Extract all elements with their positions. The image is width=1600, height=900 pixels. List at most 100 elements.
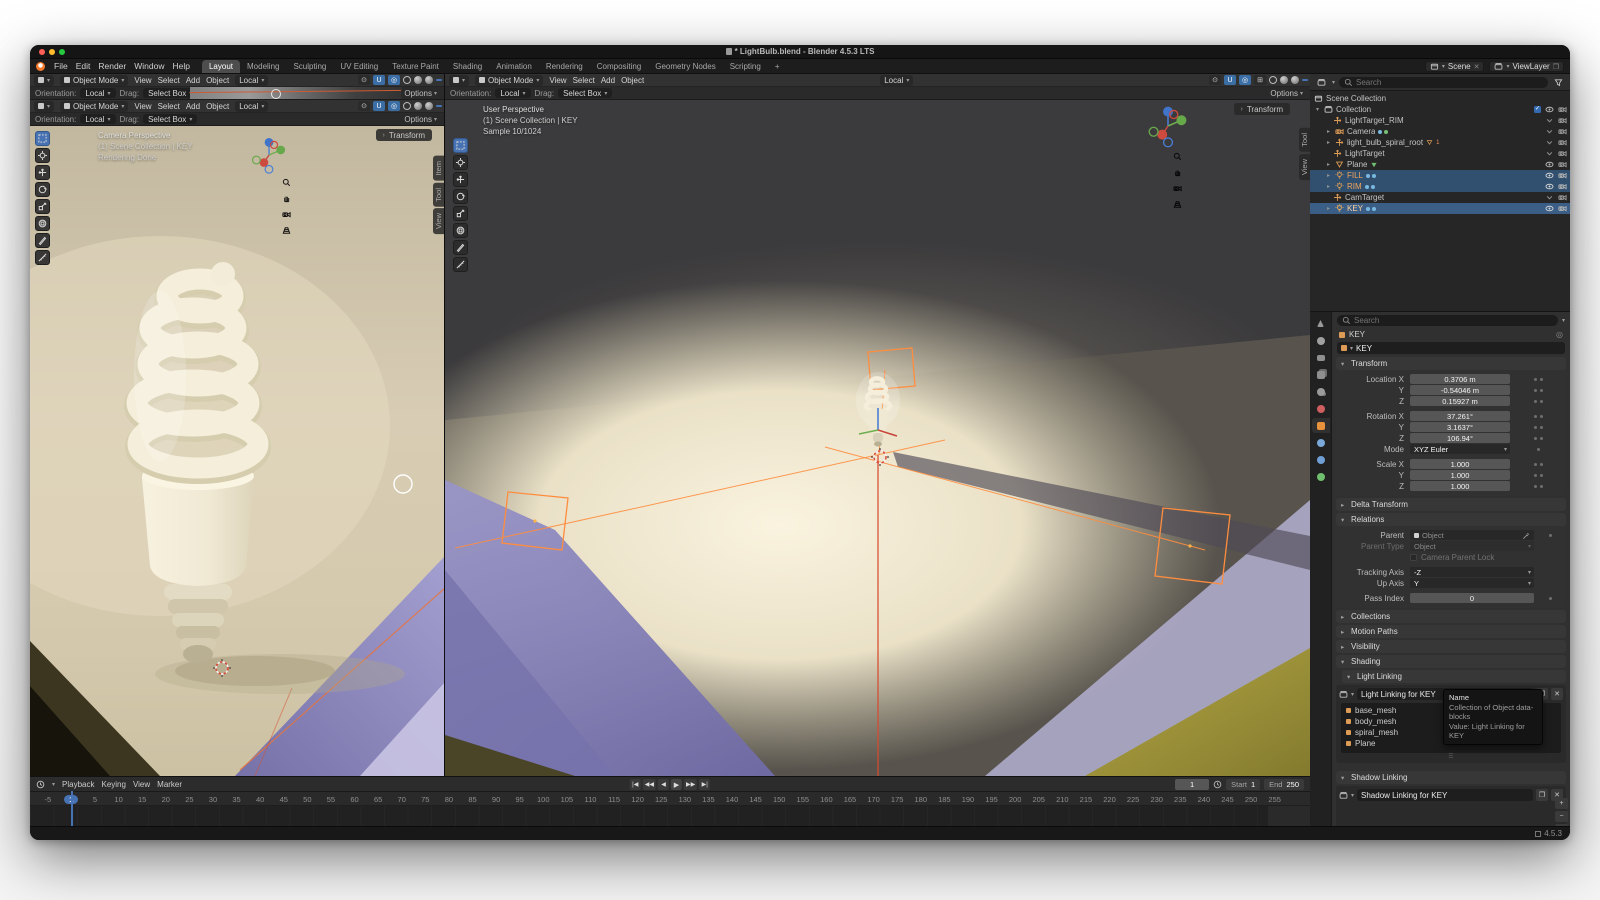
sidebar-tab-tool[interactable]: Tool bbox=[1299, 128, 1310, 152]
prev-keyframe-button[interactable]: ◀◀ bbox=[643, 779, 656, 790]
snapping-button[interactable]: U bbox=[373, 101, 385, 111]
menu-help[interactable]: Help bbox=[168, 61, 193, 71]
rotate-tool[interactable] bbox=[453, 189, 468, 204]
menu-playback[interactable]: Playback bbox=[62, 780, 94, 789]
menu-object[interactable]: Object bbox=[206, 102, 229, 111]
camera-visibility-icon[interactable] bbox=[1558, 116, 1567, 125]
mode-dropdown[interactable]: Object Mode▾ bbox=[60, 75, 128, 86]
next-keyframe-button[interactable]: ▶▶ bbox=[684, 779, 697, 790]
orientation-value-dropdown[interactable]: Local▾ bbox=[80, 114, 115, 124]
rotation-z-field[interactable]: 106.94° bbox=[1410, 433, 1510, 443]
frame-tick[interactable]: 185 bbox=[933, 795, 957, 804]
tab-rendering[interactable]: Rendering bbox=[539, 60, 590, 73]
camera-visibility-icon[interactable] bbox=[1558, 149, 1567, 158]
panel-collections[interactable]: ▸Collections bbox=[1336, 610, 1566, 623]
frame-tick[interactable]: 165 bbox=[838, 795, 862, 804]
pivot-point-button[interactable]: ⊙ bbox=[358, 75, 370, 85]
move-tool[interactable] bbox=[35, 165, 50, 180]
cursor-tool[interactable] bbox=[35, 148, 50, 163]
panel-transform-header[interactable]: ▾Transform bbox=[1336, 357, 1566, 370]
list-resize-grip[interactable]: ☰ bbox=[1339, 753, 1563, 760]
frame-tick[interactable]: 240 bbox=[1192, 795, 1216, 804]
viewport-center-canvas[interactable]: User Perspective (1) Scene Collection | … bbox=[445, 100, 1310, 776]
frame-tick[interactable]: 145 bbox=[744, 795, 768, 804]
sidebar-transform-tab[interactable]: ›Transform bbox=[1234, 103, 1291, 115]
frame-tick[interactable]: 115 bbox=[602, 795, 626, 804]
scale-tool[interactable] bbox=[35, 199, 50, 214]
eye-closed-icon[interactable] bbox=[1545, 138, 1554, 147]
rotation-mode-dropdown[interactable]: XYZ Euler▾ bbox=[1410, 444, 1510, 454]
frame-tick[interactable]: 205 bbox=[1027, 795, 1051, 804]
frame-tick[interactable]: 215 bbox=[1074, 795, 1098, 804]
menu-select[interactable]: Select bbox=[573, 76, 595, 85]
frame-tick[interactable]: 195 bbox=[980, 795, 1004, 804]
panel-delta-transform[interactable]: ▸Delta Transform bbox=[1336, 498, 1566, 511]
timeline-track[interactable] bbox=[30, 806, 1310, 826]
eye-icon[interactable] bbox=[1545, 204, 1554, 213]
proportional-editing-button[interactable]: ◎ bbox=[388, 75, 400, 85]
expand-caret[interactable]: ▸ bbox=[1325, 139, 1332, 146]
options-button[interactable]: Options▾ bbox=[1267, 89, 1306, 99]
frame-tick[interactable]: 85 bbox=[461, 795, 485, 804]
shading-material-button[interactable] bbox=[1291, 76, 1299, 84]
unlink-scene-icon[interactable]: ✕ bbox=[1474, 63, 1480, 71]
tab-tool[interactable] bbox=[1312, 316, 1330, 331]
proportional-editing-button[interactable]: ◎ bbox=[388, 101, 400, 111]
pin-icon[interactable]: ◎ bbox=[1556, 330, 1563, 339]
frame-tick[interactable]: 5 bbox=[83, 795, 107, 804]
tab-scene[interactable] bbox=[1312, 384, 1330, 399]
frame-tick[interactable]: 40 bbox=[248, 795, 272, 804]
up-axis-dropdown[interactable]: Y▾ bbox=[1410, 578, 1534, 588]
menu-object[interactable]: Object bbox=[621, 76, 644, 85]
eye-icon[interactable] bbox=[1545, 182, 1554, 191]
shading-rendered-button[interactable] bbox=[436, 79, 442, 81]
clock-icon[interactable] bbox=[36, 780, 45, 789]
shading-wireframe-button[interactable] bbox=[1269, 76, 1277, 84]
menu-file[interactable]: File bbox=[50, 61, 72, 71]
tab-animation[interactable]: Animation bbox=[489, 60, 539, 73]
add-item-button[interactable]: + bbox=[1555, 798, 1568, 809]
menu-render[interactable]: Render bbox=[94, 61, 130, 71]
outliner-row-key[interactable]: ▸ KEY bbox=[1310, 203, 1570, 214]
expand-caret[interactable]: ▸ bbox=[1325, 172, 1332, 179]
frame-tick[interactable]: 230 bbox=[1145, 795, 1169, 804]
menu-add[interactable]: Add bbox=[186, 76, 200, 85]
camera-visibility-icon[interactable] bbox=[1558, 171, 1567, 180]
transform-tool[interactable] bbox=[35, 216, 50, 231]
frame-end-field[interactable]: End250 bbox=[1264, 779, 1304, 790]
frame-tick[interactable]: 105 bbox=[555, 795, 579, 804]
sidebar-tab-item[interactable]: Item bbox=[433, 156, 444, 181]
eyedropper-icon[interactable] bbox=[1522, 531, 1531, 540]
camera-visibility-icon[interactable] bbox=[1558, 204, 1567, 213]
zoom-view-icon[interactable] bbox=[1173, 152, 1182, 161]
viewlayer-selector[interactable]: ▾ ViewLayer ❐ bbox=[1489, 61, 1564, 72]
object-name-field[interactable]: ▾ KEY bbox=[1337, 342, 1565, 354]
snapping-button[interactable]: U bbox=[1224, 75, 1236, 85]
camera-view-icon[interactable] bbox=[1173, 184, 1182, 193]
rotation-x-field[interactable]: 37.261° bbox=[1410, 411, 1510, 421]
frame-tick[interactable]: 190 bbox=[956, 795, 980, 804]
pivot-point-button[interactable]: ⊙ bbox=[358, 101, 370, 111]
eye-icon[interactable] bbox=[1545, 160, 1554, 169]
transform-tool[interactable] bbox=[453, 223, 468, 238]
auto-keying-icon[interactable] bbox=[1213, 780, 1222, 789]
scale-tool[interactable] bbox=[453, 206, 468, 221]
frame-tick[interactable]: 200 bbox=[1003, 795, 1027, 804]
proportional-editing-button[interactable]: ◎ bbox=[1239, 75, 1251, 85]
location-x-field[interactable]: 0.3706 m bbox=[1410, 374, 1510, 384]
sidebar-tab-view[interactable]: View bbox=[433, 208, 444, 234]
frame-tick[interactable]: 110 bbox=[579, 795, 603, 804]
eye-icon[interactable] bbox=[1545, 171, 1554, 180]
tab-geometry-nodes[interactable]: Geometry Nodes bbox=[648, 60, 722, 73]
eye-closed-icon[interactable] bbox=[1545, 193, 1554, 202]
perspective-toggle-icon[interactable] bbox=[282, 226, 291, 235]
tab-scripting[interactable]: Scripting bbox=[723, 60, 768, 73]
tab-texture-paint[interactable]: Texture Paint bbox=[385, 60, 446, 73]
editor-type-button[interactable]: ▾ bbox=[449, 75, 469, 86]
cursor-tool[interactable] bbox=[453, 155, 468, 170]
duplicate-collection-button[interactable]: ❐ bbox=[1536, 789, 1548, 801]
panel-light-linking-header[interactable]: ▾Light Linking bbox=[1342, 670, 1566, 683]
add-workspace-button[interactable]: + bbox=[768, 60, 787, 73]
menu-view[interactable]: View bbox=[133, 780, 150, 789]
panel-relations-header[interactable]: ▾Relations bbox=[1336, 513, 1566, 526]
